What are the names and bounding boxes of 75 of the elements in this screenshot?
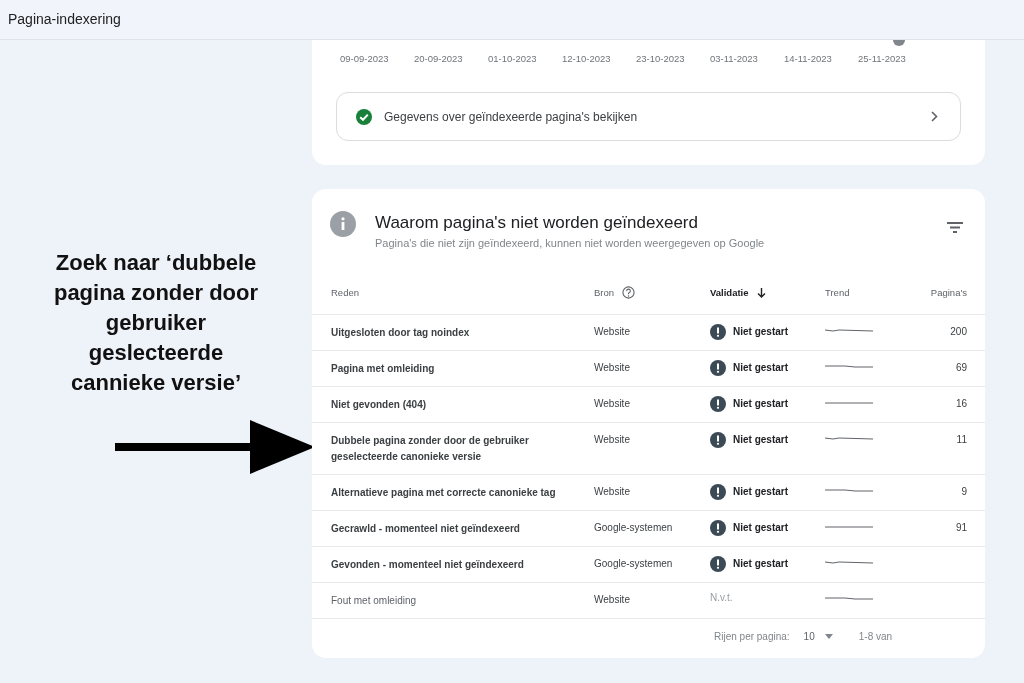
status-text: N.v.t. (710, 592, 733, 603)
annotation-text: Zoek naar ‘dubbele pagina zonder door gebruiker geslecteerde cannieke versie’ (52, 249, 260, 397)
status-text: Niet gestart (733, 434, 788, 445)
status-text: Niet gestart (733, 326, 788, 337)
trend-sparkline (825, 328, 873, 334)
column-header: Reden (331, 287, 359, 298)
status-text: Niet gestart (733, 362, 788, 373)
status-text: Niet gestart (733, 558, 788, 569)
reason-link[interactable]: Niet gevonden (404) (331, 397, 427, 413)
trend-sparkline (825, 596, 873, 602)
warning-icon (710, 432, 726, 448)
arrow-icon (115, 420, 315, 476)
axis-label: 03-11-2023 (710, 53, 759, 64)
rows-per-page-select[interactable]: 10 (803, 631, 833, 642)
table-cell: Google-systemen (594, 522, 673, 533)
check-circle-icon (356, 108, 372, 125)
chart-marker-icon (893, 40, 905, 47)
page-title: Pagina-indexering (8, 11, 121, 27)
trend-sparkline (825, 364, 873, 370)
axis-label: 12-10-2023 (562, 53, 612, 64)
page-range: 1-8 van (858, 631, 893, 642)
status-text: Niet gestart (733, 486, 788, 497)
reason-link[interactable]: Uitgesloten door tag noindex (331, 325, 470, 341)
axis-label: 09-09-2023 (340, 53, 390, 64)
card-subtitle: Pagina's die niet zijn geïndexeerd, kunnen niet worden weergegeven op Google (375, 237, 766, 249)
table-cell: Website (594, 326, 630, 337)
caret-icon (824, 634, 833, 639)
column-header: Trend (825, 287, 850, 298)
table-cell: 11 (956, 434, 967, 445)
arrow-down-icon (756, 287, 766, 298)
warning-icon (710, 396, 726, 412)
chevron-right-icon (931, 111, 938, 122)
warning-icon (710, 556, 726, 572)
sort-column-header[interactable]: Validatie (710, 287, 749, 298)
trend-sparkline (825, 488, 873, 494)
reason-link[interactable]: Alternatieve pagina met correcte canonieke tag (331, 485, 556, 501)
info-icon (330, 211, 356, 237)
table-cell: Website (594, 434, 630, 445)
reason-link[interactable]: Pagina met omleiding (331, 361, 435, 377)
axis-label: 20-09-2023 (414, 53, 464, 64)
column-header: Pagina's (930, 287, 967, 298)
status-text: Niet gestart (733, 398, 788, 409)
warning-icon (710, 360, 726, 376)
trend-sparkline (825, 560, 873, 566)
axis-label: 23-10-2023 (636, 53, 686, 64)
card-title: Waarom pagina's niet worden geïndexeerd (375, 213, 699, 233)
warning-icon (710, 484, 726, 500)
status-text: Niet gestart (733, 522, 788, 533)
table-cell: Google-systemen (594, 558, 673, 569)
table-cell: 69 (955, 362, 967, 373)
warning-icon (710, 520, 726, 536)
table-cell: 91 (955, 522, 967, 533)
reason-link[interactable]: Dubbele pagina zonder door de gebruiker geselecteerde canonieke versie (331, 433, 594, 465)
table-cell: 16 (955, 398, 967, 409)
axis-label: 01-10-2023 (488, 53, 538, 64)
reason-link[interactable]: Fout met omleiding (331, 593, 417, 609)
rows-per-page-label: Rijen per pagina: (714, 631, 790, 642)
table-cell: Website (594, 362, 630, 373)
indexed-pages-link[interactable]: Gegevens over geïndexeerde pagina's bekijken (336, 92, 961, 141)
table-cell: Website (594, 486, 630, 497)
filter-icon (947, 222, 963, 233)
trend-sparkline (825, 436, 873, 442)
trend-sparkline (825, 400, 873, 406)
column-header: Bron (594, 287, 615, 298)
reason-link[interactable]: Gevonden - momenteel niet geïndexeerd (331, 557, 524, 573)
table-cell: 200 (950, 326, 967, 337)
reason-link[interactable]: Gecrawld - momenteel niet geïndexeerd (331, 521, 520, 537)
warning-icon (710, 324, 726, 340)
help-icon[interactable] (622, 286, 636, 299)
axis-label: 14-11-2023 (784, 53, 833, 64)
table-cell: Website (594, 594, 630, 605)
table-cell: 9 (961, 486, 967, 497)
axis-label: 25-11-2023 (858, 53, 907, 64)
table-cell: Website (594, 398, 630, 409)
trend-sparkline (825, 524, 873, 530)
